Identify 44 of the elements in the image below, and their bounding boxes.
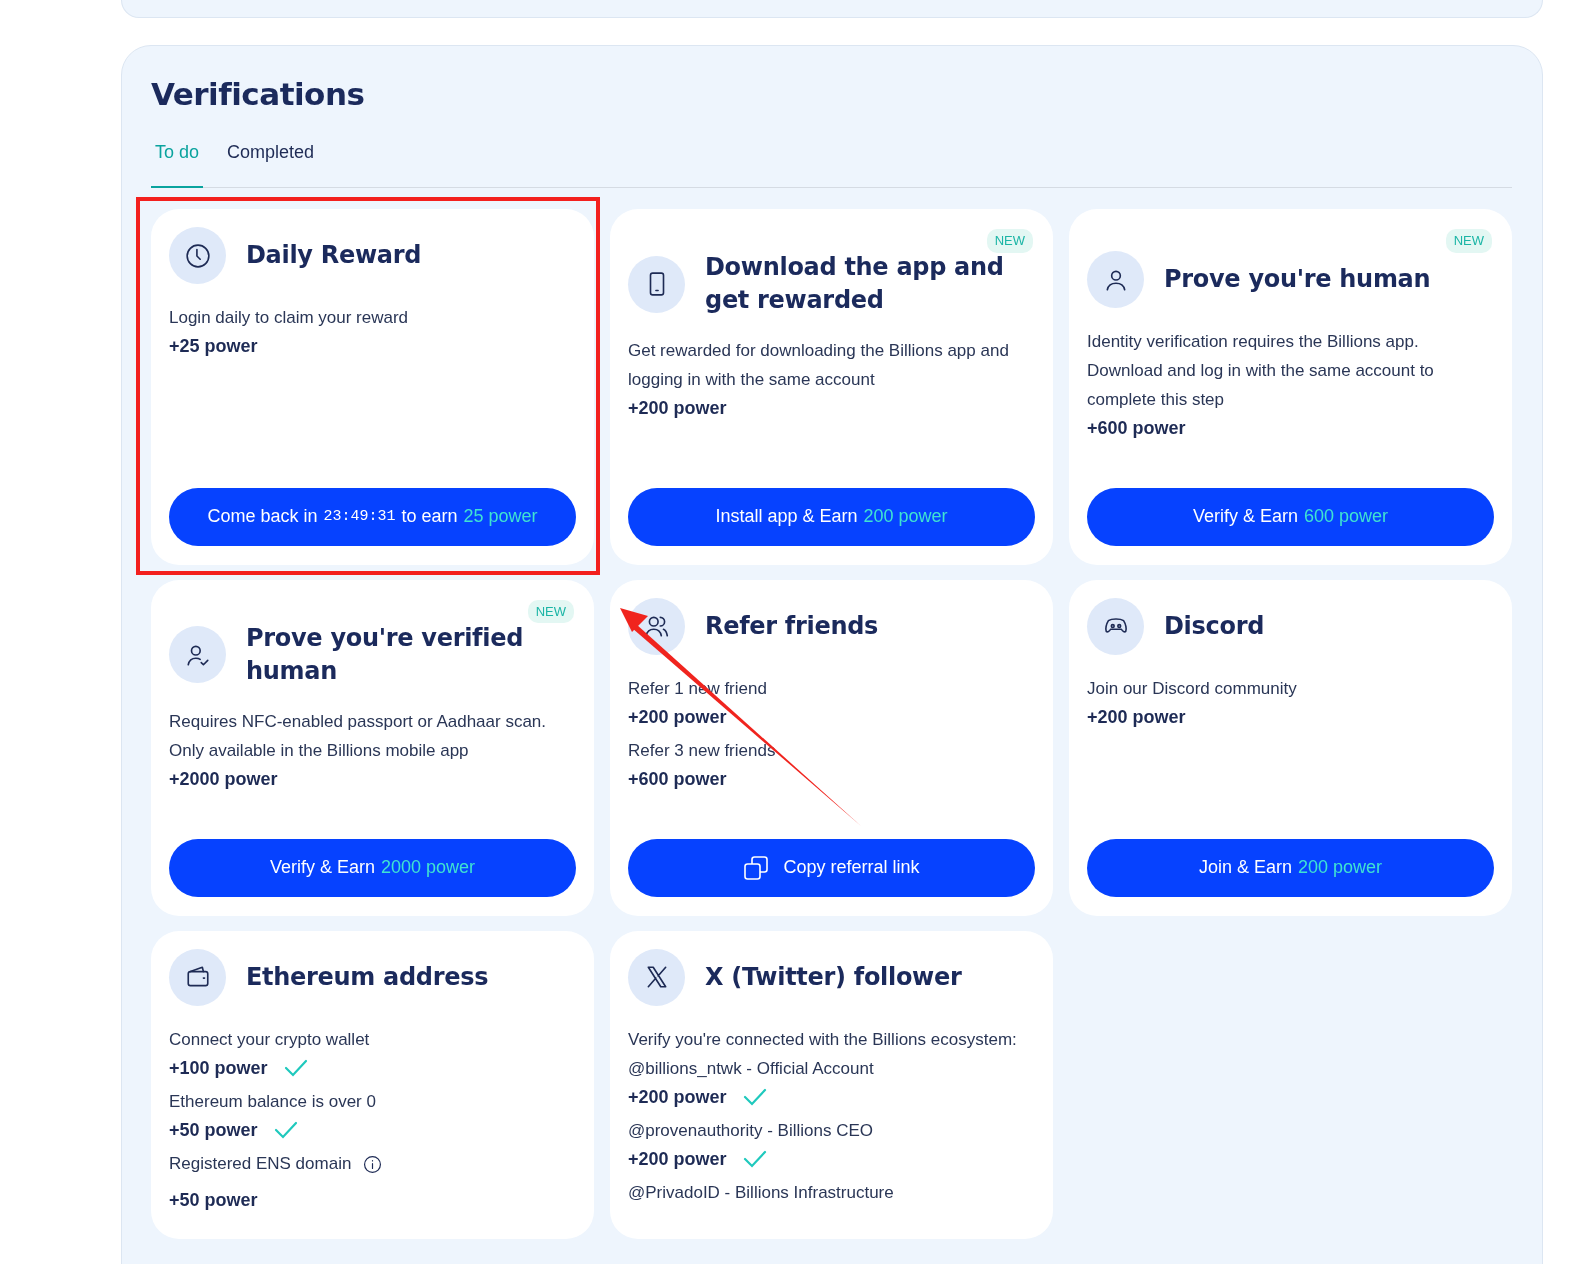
description: Ethereum balance is over 0: [169, 1090, 377, 1113]
card-title: Download the app and get rewarded: [705, 252, 1005, 317]
new-badge: NEW: [1445, 229, 1492, 253]
description: Requires NFC-enabled passport or Aadhaar scan. Only available in the Billions mobile app: [169, 711, 548, 762]
action-button[interactable]: Verify & Earn 600 power: [1087, 487, 1494, 546]
power-reward: +50 power: [169, 1118, 258, 1142]
card-title: Prove you're human: [1164, 264, 1431, 296]
card-title: X (Twitter) follower: [705, 961, 962, 993]
power-reward: +600 power: [1087, 416, 1186, 440]
description: Get rewarded for downloading the Billions app and logging in with the same account: [628, 340, 1010, 392]
card-title: Daily Reward: [246, 240, 422, 272]
card-title: Discord: [1164, 610, 1265, 642]
action-button[interactable]: Join & Earn 200 power: [1087, 838, 1494, 897]
description: Registered ENS domain: [169, 1152, 352, 1175]
power-reward: +600 power: [628, 767, 727, 791]
description: Verify you're connected with the Billions ecosystem:: [628, 1028, 1018, 1051]
power-reward: +200 power: [628, 1147, 727, 1171]
action-button[interactable]: Install app & Earn 200 power: [628, 487, 1035, 546]
description: Identity verification requires the Billions app. Download and log in with the same account to complete this step: [1087, 331, 1435, 411]
power-reward: +50 power: [169, 1188, 258, 1212]
power-reward: +200 power: [628, 705, 727, 729]
description: @billions_ntwk - Official Account: [628, 1057, 875, 1080]
action-button[interactable]: Verify & Earn 2000 power: [169, 838, 576, 897]
description: Join our Discord community: [1087, 677, 1298, 700]
section-title: Verifications: [151, 76, 366, 114]
card-title: Ethereum address: [246, 961, 489, 993]
description: Refer 3 new friends: [628, 739, 777, 762]
description: Login daily to claim your reward: [169, 307, 410, 330]
power-reward: +200 power: [628, 397, 727, 421]
action-button[interactable]: Copy referral link: [628, 838, 1035, 897]
new-badge: NEW: [986, 229, 1033, 253]
new-badge: NEW: [527, 599, 574, 624]
description: @provenauthority - Billions CEO: [628, 1119, 874, 1142]
power-reward: +200 power: [628, 1085, 727, 1109]
card-title: Refer friends: [705, 610, 879, 642]
power-reward: +25 power: [169, 335, 258, 359]
tab[interactable]: Completed: [223, 139, 319, 189]
action-button[interactable]: Come back in 23:49:31 to earn 25 power: [169, 487, 576, 546]
power-reward: +200 power: [1087, 705, 1186, 729]
description: @PrivadoID - Billions Infrastructure: [628, 1181, 895, 1204]
power-reward: +2000 power: [169, 767, 278, 791]
card-title: Prove you're verified human: [246, 622, 525, 687]
description: Connect your crypto wallet: [169, 1028, 371, 1051]
power-reward: +100 power: [169, 1056, 268, 1080]
